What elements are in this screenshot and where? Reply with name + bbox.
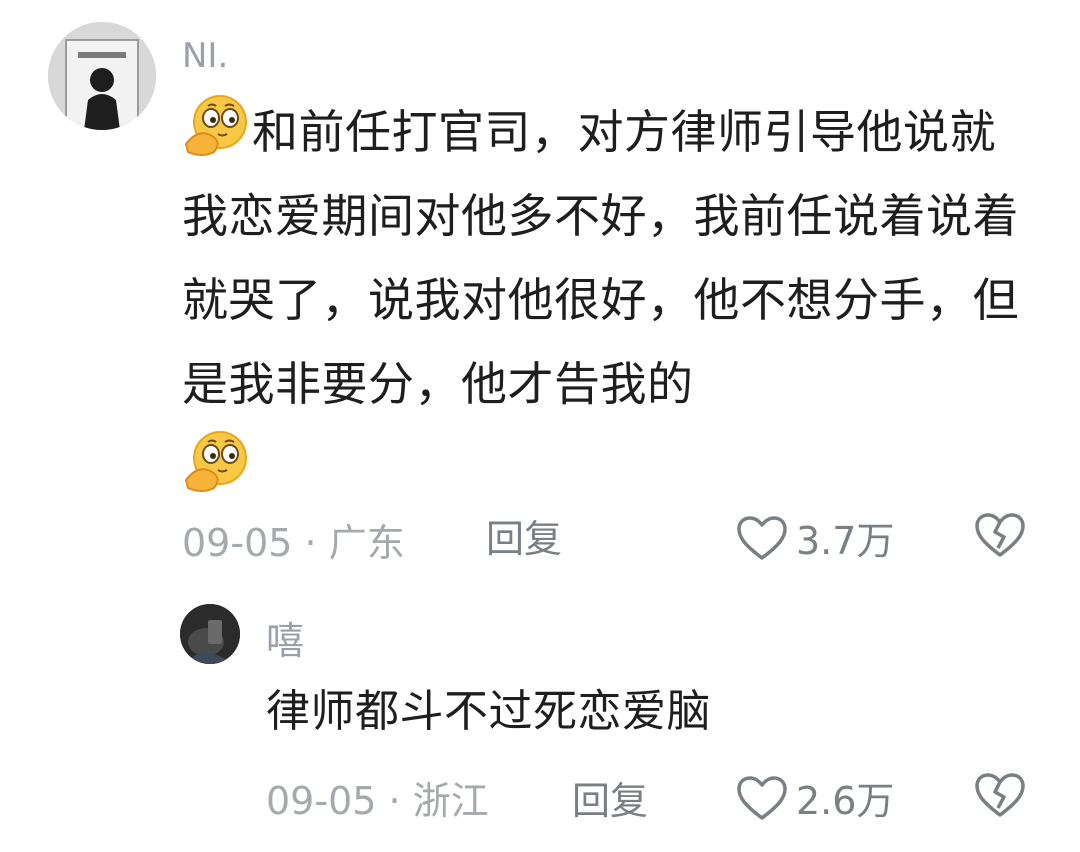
- avatar-image-icon: [48, 22, 156, 130]
- comment-text: 和前任打官司，对方律师引导他说就我恋爱期间对他多不好，我前任说着说着就哭了，说我…: [182, 90, 1042, 510]
- like-count: 2.6万: [796, 779, 895, 823]
- meta-separator: ·: [388, 779, 401, 823]
- comment-date: 09-05: [182, 521, 293, 565]
- heart-outline-icon: [737, 515, 787, 560]
- avatar[interactable]: [48, 22, 156, 130]
- broken-heart-icon: [975, 773, 1025, 817]
- avatar-image-icon: [180, 604, 240, 664]
- comment-date: 09-05: [266, 779, 377, 823]
- username[interactable]: NI.: [182, 36, 228, 76]
- heart-outline-icon: [737, 775, 787, 820]
- broken-heart-icon: [975, 513, 1025, 557]
- username[interactable]: 嘻: [266, 610, 304, 665]
- comment-body: 和前任打官司，对方律师引导他说就我恋爱期间对他多不好，我前任说着说着就哭了，说我…: [182, 105, 1019, 411]
- reply-button[interactable]: 回复: [486, 508, 562, 563]
- avatar[interactable]: [180, 604, 240, 664]
- comment-thread: NI. 和前任打官司，对方律师引导他说就我恋爱期间对他多不好，我前任说着说着就哭…: [0, 0, 1080, 852]
- comment-text: 律师都斗不过死恋爱脑: [266, 686, 711, 737]
- comment-meta: 09-05 · 广东: [182, 512, 405, 567]
- reply-button[interactable]: 回复: [572, 770, 648, 825]
- dislike-button[interactable]: [974, 512, 1026, 558]
- comment-meta: 09-05 · 浙江: [266, 770, 489, 825]
- thinking-face-emoji-icon: [182, 94, 252, 158]
- like-button[interactable]: 2.6万: [736, 770, 894, 825]
- thinking-face-emoji-icon: [182, 430, 252, 494]
- meta-separator: ·: [304, 521, 317, 565]
- dislike-button[interactable]: [974, 772, 1026, 818]
- like-button[interactable]: 3.7万: [736, 510, 894, 565]
- comment-location: 广东: [328, 521, 405, 565]
- comment-location: 浙江: [412, 779, 489, 823]
- like-count: 3.7万: [796, 519, 895, 563]
